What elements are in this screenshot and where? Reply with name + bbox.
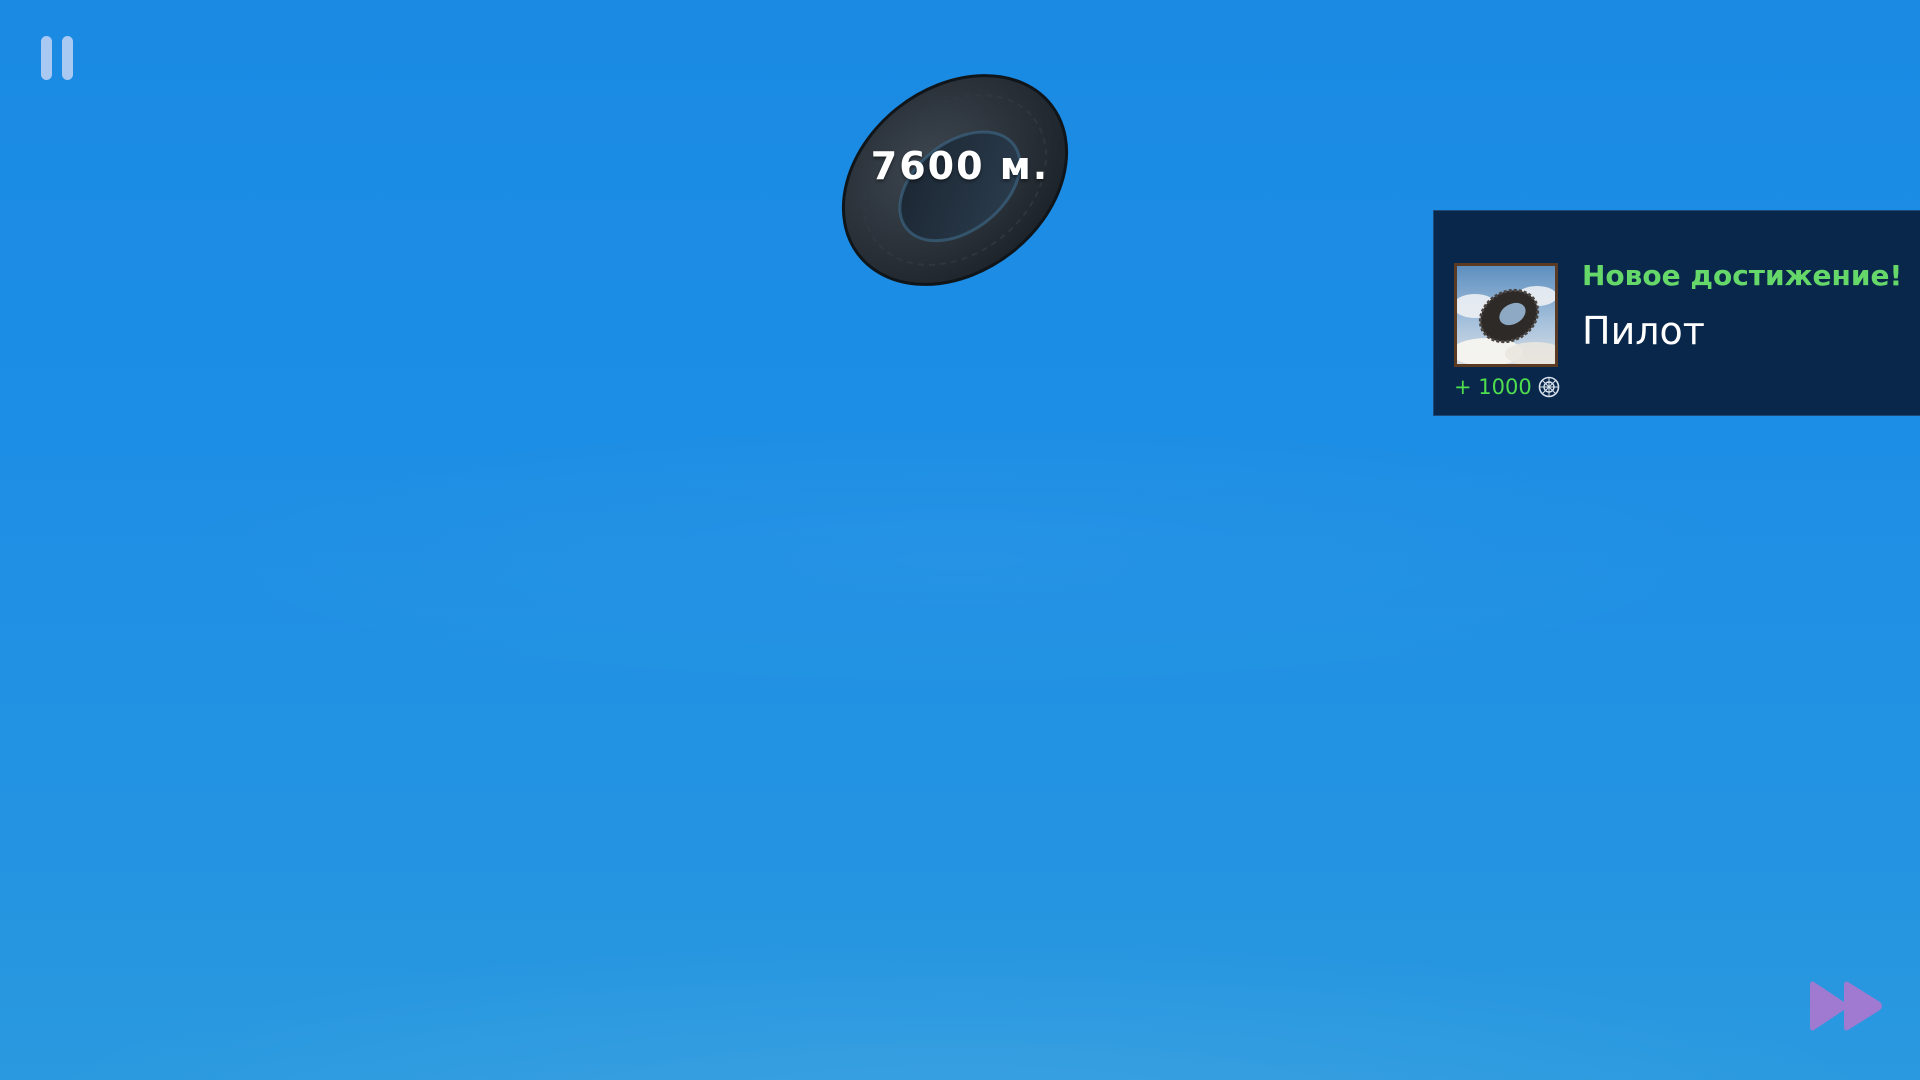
tire-in-clouds-icon bbox=[1457, 266, 1555, 364]
reward-amount: + 1000 bbox=[1454, 375, 1532, 399]
achievement-name: Пилот bbox=[1582, 309, 1705, 353]
fast-forward-icon bbox=[1810, 981, 1882, 1031]
pause-icon-bar-right bbox=[62, 36, 73, 80]
achievement-heading: Новое достижение! bbox=[1582, 259, 1903, 292]
pause-button[interactable] bbox=[36, 36, 82, 82]
coin-icon bbox=[1538, 376, 1560, 398]
fast-forward-button[interactable] bbox=[1808, 976, 1886, 1036]
achievement-popup: Новое достижение! Пилот + 1000 bbox=[1433, 210, 1920, 416]
distance-counter: 7600 м. bbox=[870, 144, 1050, 188]
pause-icon-bar-left bbox=[41, 36, 52, 80]
achievement-image bbox=[1454, 263, 1558, 367]
achievement-reward: + 1000 bbox=[1454, 371, 1560, 403]
